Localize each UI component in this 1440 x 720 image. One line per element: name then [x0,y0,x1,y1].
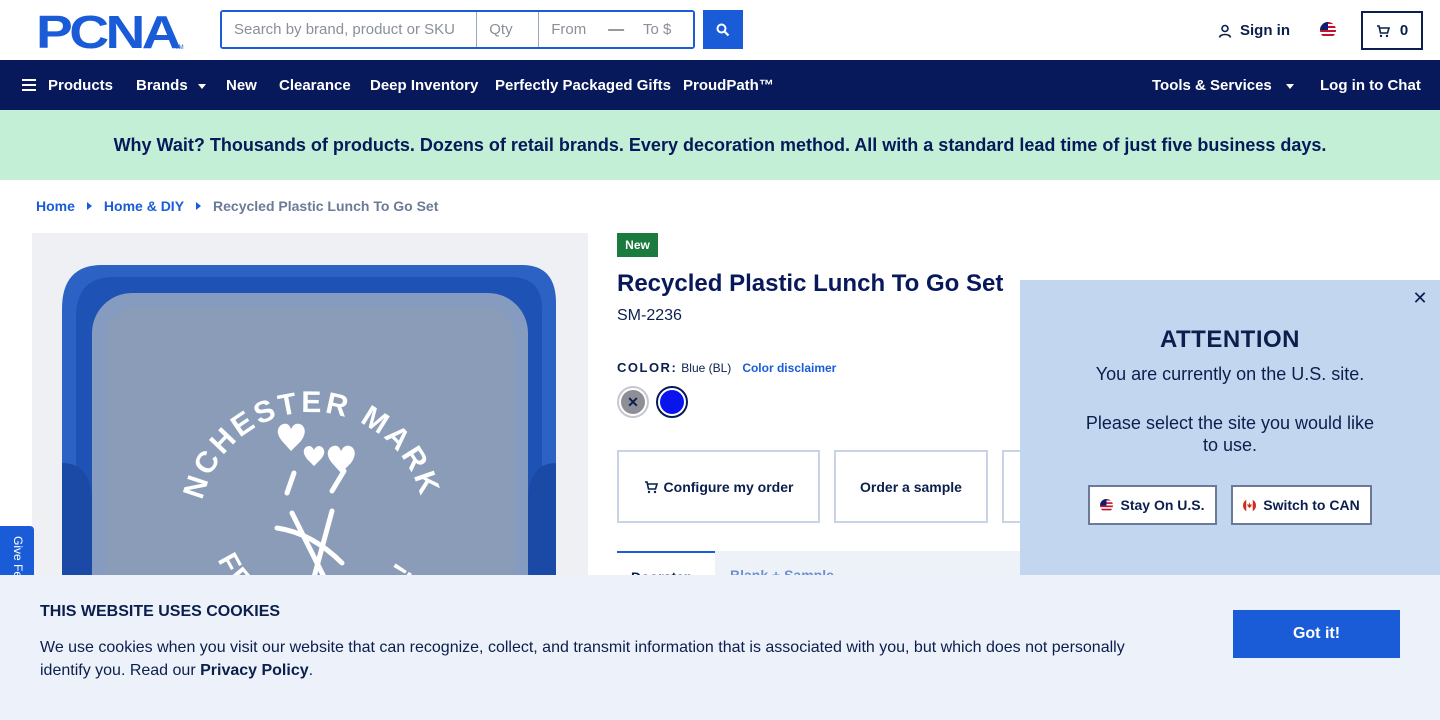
switch-to-can-label: Switch to CAN [1263,497,1360,513]
caret-down-icon [197,83,206,89]
pcna-logo[interactable]: PCNA TM [36,12,184,50]
breadcrumb-category[interactable]: Home & DIY [104,198,184,214]
order-sample-button[interactable]: Order a sample [834,450,988,523]
hamburger-icon [22,79,36,91]
breadcrumb-current: Recycled Plastic Lunch To Go Set [213,198,439,214]
nav-proudpath[interactable]: ProudPath™ [683,60,774,110]
color-disclaimer-link[interactable]: Color disclaimer [742,361,836,375]
product-title: Recycled Plastic Lunch To Go Set [617,270,1004,297]
got-it-button[interactable]: Got it! [1233,610,1400,658]
breadcrumb-home[interactable]: Home [36,198,75,214]
nav-tools-label: Tools & Services [1152,76,1272,94]
attention-current-site: You are currently on the U.S. site. [1095,364,1365,384]
color-swatch-blue[interactable] [656,386,688,418]
cart-count: 0 [1399,22,1409,39]
search-input[interactable] [222,12,478,47]
color-row: COLOR: Blue (BL) Color disclaimer [617,360,836,375]
cookie-title: THIS WEBSITE USES COOKIES [40,603,281,620]
search-icon [716,23,730,36]
logo-text: PCNA [36,12,180,50]
nav-products-label: Products [48,76,114,94]
search-button[interactable] [703,10,743,49]
promo-banner: Why Wait? Thousands of products. Dozens … [0,110,1440,180]
cookie-text: We use cookies when you visit our websit… [40,636,1150,682]
nav-deep-inventory[interactable]: Deep Inventory [370,60,478,110]
logo-tm: TM [175,45,184,50]
site-select-modal: ✕ ATTENTION You are currently on the U.S… [1020,280,1440,580]
switch-to-can-button[interactable]: Switch to CAN [1231,485,1372,525]
cookie-banner: THIS WEBSITE USES COOKIES We use cookies… [0,575,1440,720]
cart-icon [1376,24,1390,37]
sign-in-link[interactable]: Sign in [1218,22,1290,39]
nav-brands[interactable]: Brands [136,60,206,110]
chevron-right-icon [196,202,202,210]
cart-button[interactable]: 0 [1361,11,1423,50]
caret-down-icon [1285,83,1294,89]
color-swatch-grey[interactable]: ✕ [617,386,649,418]
nav-clearance[interactable]: Clearance [279,60,351,110]
promo-text: Why Wait? Thousands of products. Dozens … [113,134,1327,155]
configure-order-button[interactable]: Configure my order [617,450,820,523]
chevron-right-icon [86,202,92,210]
product-sku: SM-2236 [617,307,682,324]
breadcrumb: Home Home & DIY Recycled Plastic Lunch T… [36,198,438,214]
nav-new[interactable]: New [226,60,257,110]
cookie-period: . [308,662,314,679]
ca-flag-icon [1243,498,1257,512]
cart-icon [644,480,658,493]
nav-log-in-chat[interactable]: Log in to Chat [1320,60,1421,110]
nav-gifts[interactable]: Perfectly Packaged Gifts [495,60,671,110]
close-icon[interactable]: ✕ [1410,288,1430,308]
nav-brands-label: Brands [136,76,188,94]
main-nav: Products Brands New Clearance Deep Inven… [0,60,1440,110]
color-label: COLOR: [617,360,678,375]
stay-on-us-label: Stay On U.S. [1120,497,1205,513]
price-to-input[interactable] [631,12,693,47]
price-range-dash: — [608,20,625,38]
attention-select-prompt: Please select the site you would like to… [1085,413,1375,455]
new-badge: New [617,233,658,257]
configure-order-label: Configure my order [663,478,794,495]
stay-on-us-button[interactable]: Stay On U.S. [1088,485,1217,525]
sign-in-label: Sign in [1240,22,1290,39]
attention-title: ATTENTION [1159,326,1301,353]
us-flag-icon[interactable] [1320,22,1336,38]
color-value: Blue (BL) [681,361,732,375]
qty-input[interactable] [477,12,540,47]
user-icon [1218,24,1232,38]
price-from-input[interactable] [539,12,602,47]
swatch-blue-fill [660,390,684,414]
nav-tools-services[interactable]: Tools & Services [1152,60,1294,110]
search-form: — [220,10,695,49]
privacy-policy-link[interactable]: Privacy Policy [200,662,309,679]
us-flag-icon [1100,498,1114,512]
order-sample-label: Order a sample [860,478,962,495]
nav-products[interactable]: Products [22,60,113,110]
unavailable-x-icon: ✕ [621,390,645,414]
site-header: PCNA TM — Sign in 0 [0,0,1440,60]
